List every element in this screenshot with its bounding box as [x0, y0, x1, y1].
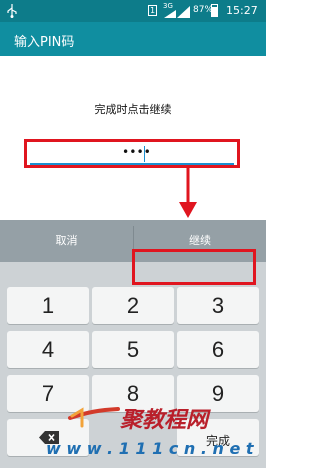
continue-highlight-box — [132, 249, 256, 285]
page-title: 输入PIN码 — [14, 35, 75, 50]
sim-icon: 1 — [148, 5, 157, 16]
key-5[interactable]: 5 — [92, 331, 174, 368]
backspace-key[interactable] — [7, 419, 89, 456]
key-9[interactable]: 9 — [177, 375, 259, 412]
key-8[interactable]: 8 — [92, 375, 174, 412]
key-2[interactable]: 2 — [92, 287, 174, 324]
battery-percent: 87% — [193, 5, 214, 15]
cancel-button[interactable]: 取消 — [0, 220, 133, 262]
key-3[interactable]: 3 — [177, 287, 259, 324]
done-key[interactable]: 完成 — [177, 419, 259, 456]
network-type: 3G — [163, 2, 173, 10]
pin-field-highlight-box — [24, 139, 240, 168]
instruction-text: 完成时点击继续 — [94, 103, 172, 116]
backspace-icon — [39, 431, 59, 444]
status-bar: 1 3G 87% 15:27 — [0, 0, 266, 22]
usb-icon — [7, 4, 17, 18]
app-bar: 输入PIN码 — [0, 22, 266, 56]
key-1[interactable]: 1 — [7, 287, 89, 324]
wifi-signal-icon — [177, 6, 190, 18]
clock: 15:27 — [226, 4, 258, 17]
battery-icon — [211, 4, 218, 17]
key-7[interactable]: 7 — [7, 375, 89, 412]
key-4[interactable]: 4 — [7, 331, 89, 368]
signal-icon — [164, 10, 176, 18]
guide-arrow-icon — [179, 166, 197, 218]
done-key-label: 完成 — [205, 434, 230, 448]
key-6[interactable]: 6 — [177, 331, 259, 368]
